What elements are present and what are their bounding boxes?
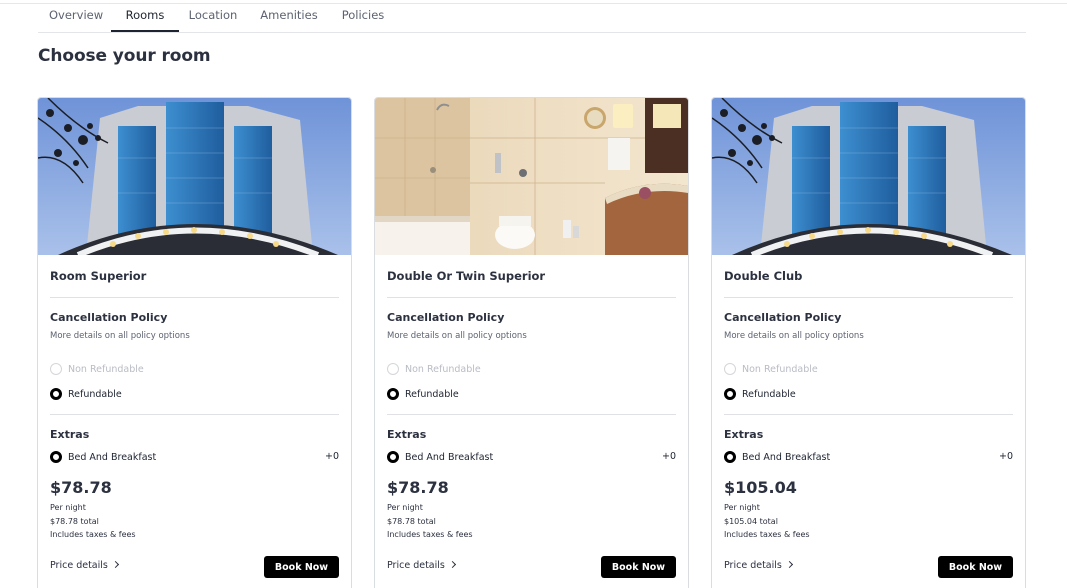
- radio-label: Refundable: [68, 388, 122, 400]
- cancellation-subtitle: More details on all policy options: [50, 331, 190, 341]
- radio-unselected-icon[interactable]: [724, 363, 736, 375]
- extra-bed-breakfast[interactable]: Bed And Breakfast: [724, 450, 830, 464]
- per-night-label: Per night: [50, 503, 86, 512]
- cancellation-title: Cancellation Policy: [724, 311, 842, 324]
- radio-selected-icon[interactable]: [50, 388, 62, 400]
- book-now-button[interactable]: Book Now: [264, 556, 339, 578]
- tab-amenities[interactable]: Amenities: [259, 4, 319, 32]
- section-tabs: Overview Rooms Location Amenities Polici…: [38, 4, 1026, 33]
- radio-unselected-icon[interactable]: [50, 363, 62, 375]
- room-price: $78.78: [50, 478, 112, 497]
- room-photo: [38, 98, 351, 255]
- cancellation-title: Cancellation Policy: [50, 311, 168, 324]
- radio-label: Non Refundable: [405, 363, 481, 375]
- radio-refundable[interactable]: Refundable: [50, 387, 122, 401]
- radio-unselected-icon[interactable]: [387, 363, 399, 375]
- extra-label: Bed And Breakfast: [405, 451, 494, 463]
- book-now-button[interactable]: Book Now: [601, 556, 676, 578]
- divider: [50, 297, 339, 298]
- bathroom-photo: [375, 98, 688, 255]
- chevron-right-icon: [448, 560, 456, 569]
- radio-label: Refundable: [405, 388, 459, 400]
- tab-overview[interactable]: Overview: [49, 4, 103, 32]
- tab-rooms[interactable]: Rooms: [111, 4, 179, 32]
- radio-label: Non Refundable: [68, 363, 144, 375]
- radio-non-refundable[interactable]: Non Refundable: [724, 362, 818, 376]
- price-details-label: Price details: [724, 560, 782, 571]
- tab-location[interactable]: Location: [187, 4, 239, 32]
- extra-label: Bed And Breakfast: [68, 451, 157, 463]
- extras-title: Extras: [50, 428, 90, 441]
- price-details-label: Price details: [50, 560, 108, 571]
- cancellation-title: Cancellation Policy: [387, 311, 505, 324]
- divider: [387, 297, 676, 298]
- radio-refundable[interactable]: Refundable: [387, 387, 459, 401]
- taxes-note: Includes taxes & fees: [387, 530, 473, 539]
- radio-selected-icon[interactable]: [387, 388, 399, 400]
- room-name: Double Or Twin Superior: [387, 269, 546, 283]
- cancellation-subtitle: More details on all policy options: [387, 331, 527, 341]
- divider: [50, 414, 339, 415]
- radio-selected-icon[interactable]: [724, 451, 736, 463]
- price-details-link[interactable]: Price details: [724, 560, 793, 571]
- radio-refundable[interactable]: Refundable: [724, 387, 796, 401]
- room-card: Room Superior Cancellation Policy More d…: [37, 97, 352, 588]
- radio-label: Refundable: [742, 388, 796, 400]
- taxes-note: Includes taxes & fees: [50, 530, 136, 539]
- room-name: Double Club: [724, 269, 803, 283]
- price-details-label: Price details: [387, 560, 445, 571]
- cancellation-subtitle: More details on all policy options: [724, 331, 864, 341]
- radio-selected-icon[interactable]: [387, 451, 399, 463]
- room-price: $78.78: [387, 478, 449, 497]
- chevron-right-icon: [785, 560, 793, 569]
- radio-selected-icon[interactable]: [724, 388, 736, 400]
- per-night-label: Per night: [387, 503, 423, 512]
- extras-title: Extras: [387, 428, 427, 441]
- radio-non-refundable[interactable]: Non Refundable: [50, 362, 144, 376]
- radio-non-refundable[interactable]: Non Refundable: [387, 362, 481, 376]
- extra-bed-breakfast[interactable]: Bed And Breakfast: [387, 450, 493, 464]
- radio-label: Non Refundable: [742, 363, 818, 375]
- hotel-exterior-photo: [712, 98, 1025, 255]
- extra-price: +0: [324, 451, 339, 462]
- hotel-exterior-photo: [38, 98, 351, 255]
- price-details-link[interactable]: Price details: [50, 560, 119, 571]
- total-price: $105.04 total: [724, 517, 778, 526]
- room-photo: [712, 98, 1025, 255]
- room-price: $105.04: [724, 478, 797, 497]
- divider: [724, 414, 1013, 415]
- per-night-label: Per night: [724, 503, 760, 512]
- extra-price: +0: [661, 451, 676, 462]
- divider: [387, 414, 676, 415]
- divider: [724, 297, 1013, 298]
- room-name: Room Superior: [50, 269, 147, 283]
- extra-label: Bed And Breakfast: [742, 451, 831, 463]
- taxes-note: Includes taxes & fees: [724, 530, 810, 539]
- total-price: $78.78 total: [50, 517, 99, 526]
- book-now-button[interactable]: Book Now: [938, 556, 1013, 578]
- tab-policies[interactable]: Policies: [340, 4, 386, 32]
- room-card: Double Club Cancellation Policy More det…: [711, 97, 1026, 588]
- price-details-link[interactable]: Price details: [387, 560, 456, 571]
- total-price: $78.78 total: [387, 517, 436, 526]
- radio-selected-icon[interactable]: [50, 451, 62, 463]
- extra-bed-breakfast[interactable]: Bed And Breakfast: [50, 450, 156, 464]
- extras-title: Extras: [724, 428, 764, 441]
- page-title: Choose your room: [38, 46, 211, 66]
- room-card: Double Or Twin Superior Cancellation Pol…: [374, 97, 689, 588]
- room-photo: [375, 98, 688, 255]
- chevron-right-icon: [111, 560, 119, 569]
- extra-price: +0: [998, 451, 1013, 462]
